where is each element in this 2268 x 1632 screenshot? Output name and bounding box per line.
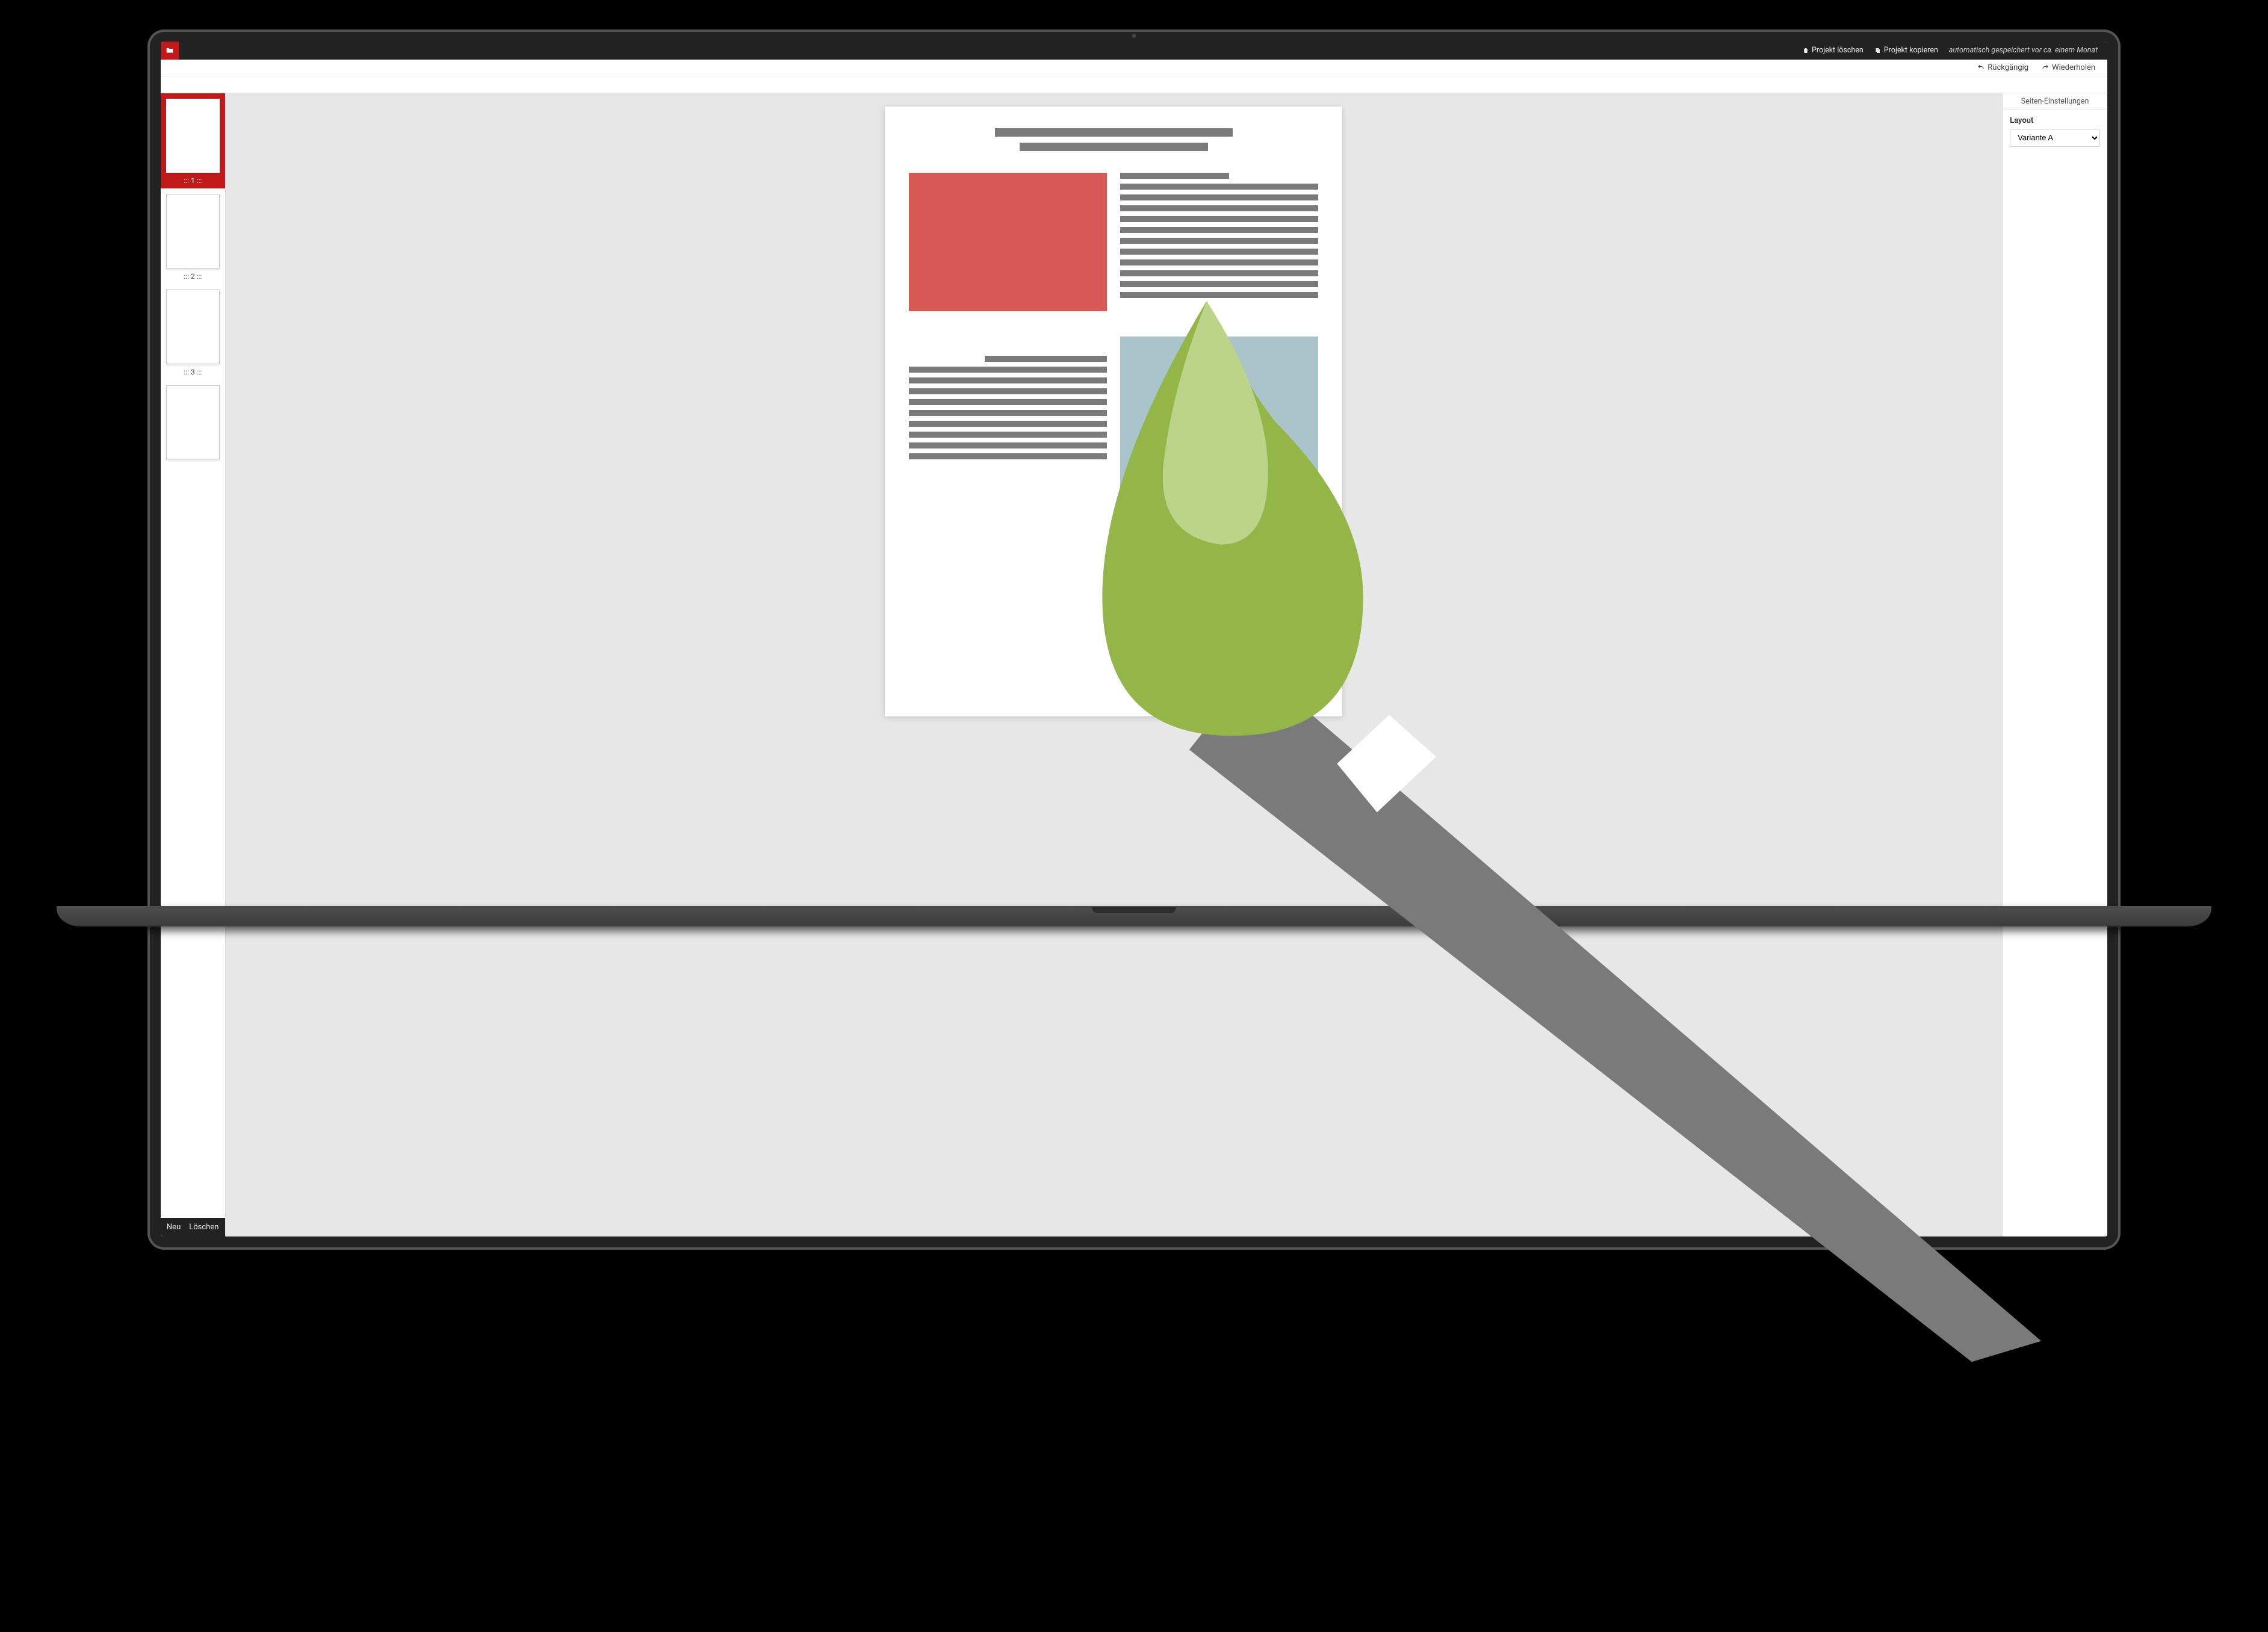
trash-icon	[1802, 47, 1809, 54]
page-thumb-label	[166, 463, 220, 467]
sidebar-footer: Neu Löschen	[161, 1218, 225, 1236]
page-thumb-4[interactable]	[161, 380, 225, 467]
workspace: ::: 1 ::: ::: 2 ::: ::: 3 :::	[161, 93, 2107, 1236]
copy-project-label: Projekt kopieren	[1884, 46, 1938, 55]
page-thumb-preview	[166, 290, 220, 364]
redo-icon	[2042, 64, 2049, 71]
title-bar: Projekt löschen Projekt kopieren automat…	[161, 42, 2107, 60]
new-page-button[interactable]: Neu	[167, 1223, 181, 1232]
app-logo[interactable]	[161, 42, 179, 60]
layout-label: Layout	[2010, 116, 2100, 125]
undo-icon	[1977, 64, 1984, 71]
placeholder-title	[909, 128, 1318, 151]
layout-select[interactable]: Variante A	[2010, 129, 2100, 147]
laptop-frame: Projekt löschen Projekt kopieren automat…	[147, 29, 2121, 1250]
page-sidebar[interactable]: ::: 1 ::: ::: 2 ::: ::: 3 :::	[161, 93, 226, 1236]
ribbon: Rückgängig Wiederholen	[161, 60, 2107, 93]
laptop-base	[57, 906, 2211, 926]
copy-project-button[interactable]: Projekt kopieren	[1874, 46, 1938, 55]
undo-button[interactable]: Rückgängig	[1977, 63, 2028, 72]
autosave-status: automatisch gespeichert vor ca. einem Mo…	[1949, 46, 2098, 55]
page-thumb-3[interactable]: ::: 3 :::	[161, 284, 225, 380]
undo-label: Rückgängig	[1988, 63, 2028, 72]
redo-button[interactable]: Wiederholen	[2042, 63, 2095, 72]
settings-panel: Seiten-Einstellungen Layout Variante A	[2002, 93, 2107, 1236]
page-thumb-preview	[166, 99, 220, 173]
page-thumb-label: ::: 3 :::	[166, 368, 220, 380]
page-thumb-2[interactable]: ::: 2 :::	[161, 188, 225, 284]
settings-panel-title: Seiten-Einstellungen	[2003, 93, 2107, 110]
canvas-area[interactable]	[226, 93, 2002, 1236]
delete-project-label: Projekt löschen	[1812, 46, 1864, 55]
page-thumb-label: ::: 1 :::	[166, 176, 220, 188]
delete-page-button[interactable]: Löschen	[189, 1223, 218, 1232]
copy-icon	[1874, 47, 1882, 54]
placeholder-image-red[interactable]	[909, 173, 1107, 311]
page-thumb-preview	[166, 194, 220, 268]
delete-project-button[interactable]: Projekt löschen	[1802, 46, 1864, 55]
page-thumb-label: ::: 2 :::	[166, 272, 220, 284]
page-thumb-1[interactable]: ::: 1 :::	[161, 93, 225, 189]
page-thumb-preview	[166, 385, 220, 460]
camera-icon	[1132, 34, 1136, 38]
placeholder-image-blue[interactable]	[1120, 337, 1318, 529]
app-screen: Projekt löschen Projekt kopieren automat…	[161, 42, 2107, 1236]
page-canvas[interactable]	[885, 107, 1342, 716]
folder-icon	[166, 46, 174, 55]
redo-label: Wiederholen	[2052, 63, 2095, 72]
